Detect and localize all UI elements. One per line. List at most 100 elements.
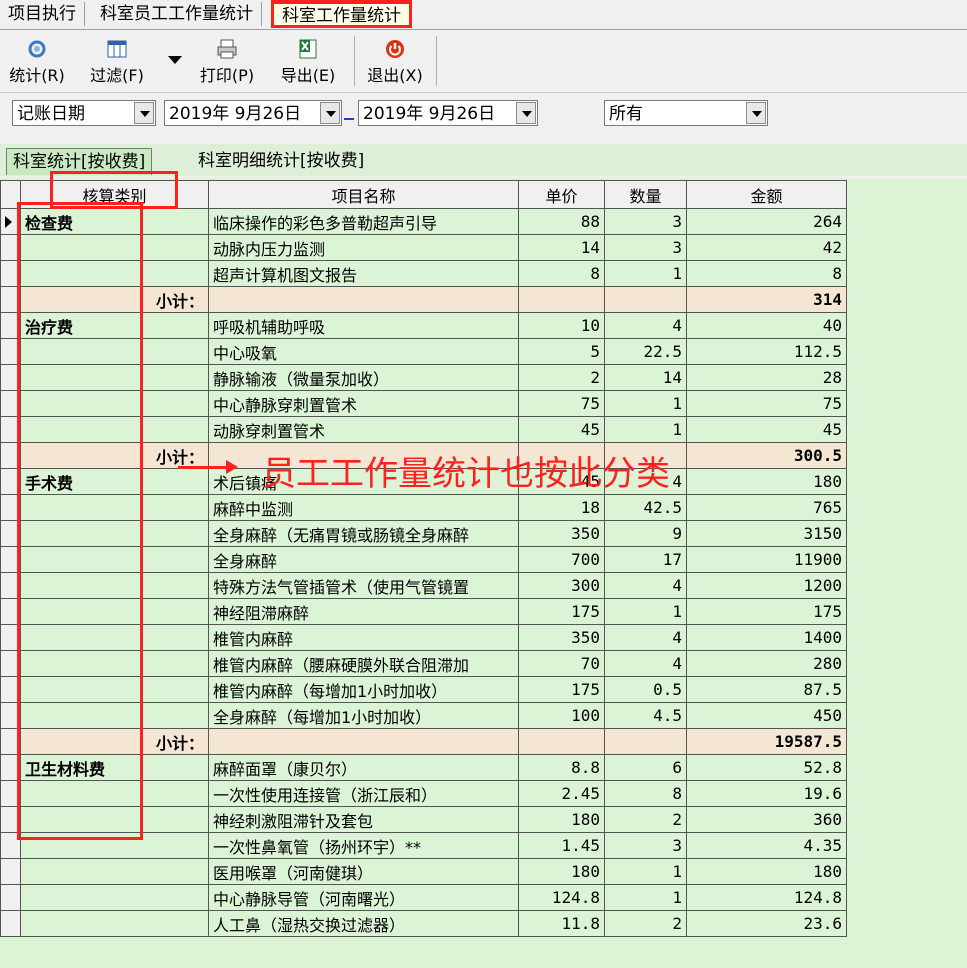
- chevron-down-icon[interactable]: [516, 102, 536, 124]
- row-indicator[interactable]: [0, 806, 21, 833]
- cell-price[interactable]: 100: [518, 702, 605, 729]
- cell-item-name[interactable]: 中心静脉穿刺置管术: [208, 390, 519, 417]
- table-row[interactable]: 椎管内麻醉（每增加1小时加收） 175 0.5 87.5: [0, 676, 847, 703]
- cell-category[interactable]: 手术费: [20, 468, 209, 495]
- cell-amount[interactable]: 180: [686, 468, 847, 495]
- row-indicator[interactable]: [0, 260, 21, 287]
- cell-price[interactable]: 1.45: [518, 832, 605, 859]
- cell-category[interactable]: [20, 624, 209, 651]
- col-header-price[interactable]: 单价: [518, 180, 605, 209]
- cell-amount[interactable]: 765: [686, 494, 847, 521]
- subtotal-empty-cell[interactable]: [518, 728, 605, 755]
- cell-price[interactable]: 180: [518, 858, 605, 885]
- cell-category[interactable]: [20, 806, 209, 833]
- row-indicator[interactable]: [0, 442, 21, 469]
- table-row[interactable]: 一次性鼻氧管（扬州环宇）** 1.45 3 4.35: [0, 832, 847, 859]
- cell-qty[interactable]: 4: [604, 312, 687, 339]
- row-indicator[interactable]: [0, 312, 21, 339]
- table-row[interactable]: 神经阻滞麻醉 175 1 175: [0, 598, 847, 625]
- row-indicator[interactable]: [0, 832, 21, 859]
- subtotal-label[interactable]: 小计：: [20, 728, 209, 755]
- cell-price[interactable]: 180: [518, 806, 605, 833]
- cell-price[interactable]: 175: [518, 598, 605, 625]
- cell-price[interactable]: 350: [518, 624, 605, 651]
- cell-category[interactable]: [20, 572, 209, 599]
- cell-category[interactable]: [20, 390, 209, 417]
- print-button[interactable]: 打印(P): [192, 36, 262, 88]
- cell-item-name[interactable]: 全身麻醉: [208, 546, 519, 573]
- row-indicator[interactable]: [0, 884, 21, 911]
- cell-category[interactable]: [20, 650, 209, 677]
- cell-item-name[interactable]: 医用喉罩（河南健琪）: [208, 858, 519, 885]
- cell-category[interactable]: [20, 858, 209, 885]
- cell-item-name[interactable]: 中心吸氧: [208, 338, 519, 365]
- cell-price[interactable]: 2: [518, 364, 605, 391]
- cell-category[interactable]: [20, 234, 209, 261]
- row-indicator[interactable]: [0, 520, 21, 547]
- cell-category[interactable]: [20, 780, 209, 807]
- row-indicator[interactable]: [0, 286, 21, 313]
- tab-staff-workload[interactable]: 科室员工工作量统计: [92, 2, 262, 26]
- subtotal-label[interactable]: 小计：: [20, 286, 209, 313]
- table-row[interactable]: 超声计算机图文报告 8 1 8: [0, 260, 847, 287]
- subtotal-empty-cell[interactable]: [604, 286, 687, 313]
- row-indicator[interactable]: [0, 650, 21, 677]
- cell-amount[interactable]: 280: [686, 650, 847, 677]
- col-header-amount[interactable]: 金额: [686, 180, 847, 209]
- table-row[interactable]: 麻醉中监测 18 42.5 765: [0, 494, 847, 521]
- cell-item-name[interactable]: 椎管内麻醉（腰麻硬膜外联合阻滞加: [208, 650, 519, 677]
- table-row[interactable]: 动脉穿刺置管术 45 1 45: [0, 416, 847, 443]
- cell-qty[interactable]: 14: [604, 364, 687, 391]
- cell-item-name[interactable]: 椎管内麻醉: [208, 624, 519, 651]
- cell-qty[interactable]: 4: [604, 572, 687, 599]
- col-header-item-name[interactable]: 项目名称: [208, 180, 519, 209]
- subtotal-empty-cell[interactable]: [208, 286, 519, 313]
- row-indicator[interactable]: [0, 624, 21, 651]
- cell-amount[interactable]: 42: [686, 234, 847, 261]
- stat-button[interactable]: 统计(R): [2, 36, 72, 88]
- cell-item-name[interactable]: 一次性使用连接管（浙江辰和）: [208, 780, 519, 807]
- cell-qty[interactable]: 1: [604, 390, 687, 417]
- cell-amount[interactable]: 87.5: [686, 676, 847, 703]
- table-row[interactable]: 静脉输液（微量泵加收） 2 14 28: [0, 364, 847, 391]
- cell-qty[interactable]: 42.5: [604, 494, 687, 521]
- table-row[interactable]: 全身麻醉（每增加1小时加收） 100 4.5 450: [0, 702, 847, 729]
- subtotal-empty-cell[interactable]: [518, 286, 605, 313]
- cell-amount[interactable]: 450: [686, 702, 847, 729]
- table-row[interactable]: 中心静脉穿刺置管术 75 1 75: [0, 390, 847, 417]
- cell-price[interactable]: 5: [518, 338, 605, 365]
- cell-qty[interactable]: 4: [604, 624, 687, 651]
- col-header-category[interactable]: 核算类别: [20, 180, 209, 209]
- cell-qty[interactable]: 1: [604, 416, 687, 443]
- cell-category[interactable]: [20, 832, 209, 859]
- row-indicator[interactable]: [0, 910, 21, 937]
- cell-amount[interactable]: 360: [686, 806, 847, 833]
- export-button[interactable]: 导出(E): [273, 36, 343, 88]
- subtotal-amount[interactable]: 314: [686, 286, 847, 313]
- cell-item-name[interactable]: 麻醉中监测: [208, 494, 519, 521]
- cell-amount[interactable]: 4.35: [686, 832, 847, 859]
- subtotal-empty-cell[interactable]: [604, 728, 687, 755]
- cell-price[interactable]: 700: [518, 546, 605, 573]
- cell-amount[interactable]: 3150: [686, 520, 847, 547]
- cell-item-name[interactable]: 静脉输液（微量泵加收）: [208, 364, 519, 391]
- table-row[interactable]: 椎管内麻醉（腰麻硬膜外联合阻滞加 70 4 280: [0, 650, 847, 677]
- cell-category[interactable]: [20, 338, 209, 365]
- cell-amount[interactable]: 112.5: [686, 338, 847, 365]
- row-indicator[interactable]: [0, 494, 21, 521]
- table-row[interactable]: 特殊方法气管插管术（使用气管镜置 300 4 1200: [0, 572, 847, 599]
- cell-item-name[interactable]: 椎管内麻醉（每增加1小时加收）: [208, 676, 519, 703]
- cell-item-name[interactable]: 临床操作的彩色多普勒超声引导: [208, 208, 519, 235]
- date-type-select[interactable]: 记账日期: [12, 100, 156, 126]
- row-indicator[interactable]: [0, 234, 21, 261]
- cell-price[interactable]: 124.8: [518, 884, 605, 911]
- filter-dropdown-arrow-icon[interactable]: [168, 56, 182, 64]
- cell-category[interactable]: 检查费: [20, 208, 209, 235]
- cell-item-name[interactable]: 动脉穿刺置管术: [208, 416, 519, 443]
- cell-amount[interactable]: 1200: [686, 572, 847, 599]
- cell-category[interactable]: 卫生材料费: [20, 754, 209, 781]
- cell-amount[interactable]: 264: [686, 208, 847, 235]
- date-to-picker[interactable]: 2019年 9月26日: [358, 100, 538, 126]
- cell-amount[interactable]: 180: [686, 858, 847, 885]
- row-indicator[interactable]: [0, 780, 21, 807]
